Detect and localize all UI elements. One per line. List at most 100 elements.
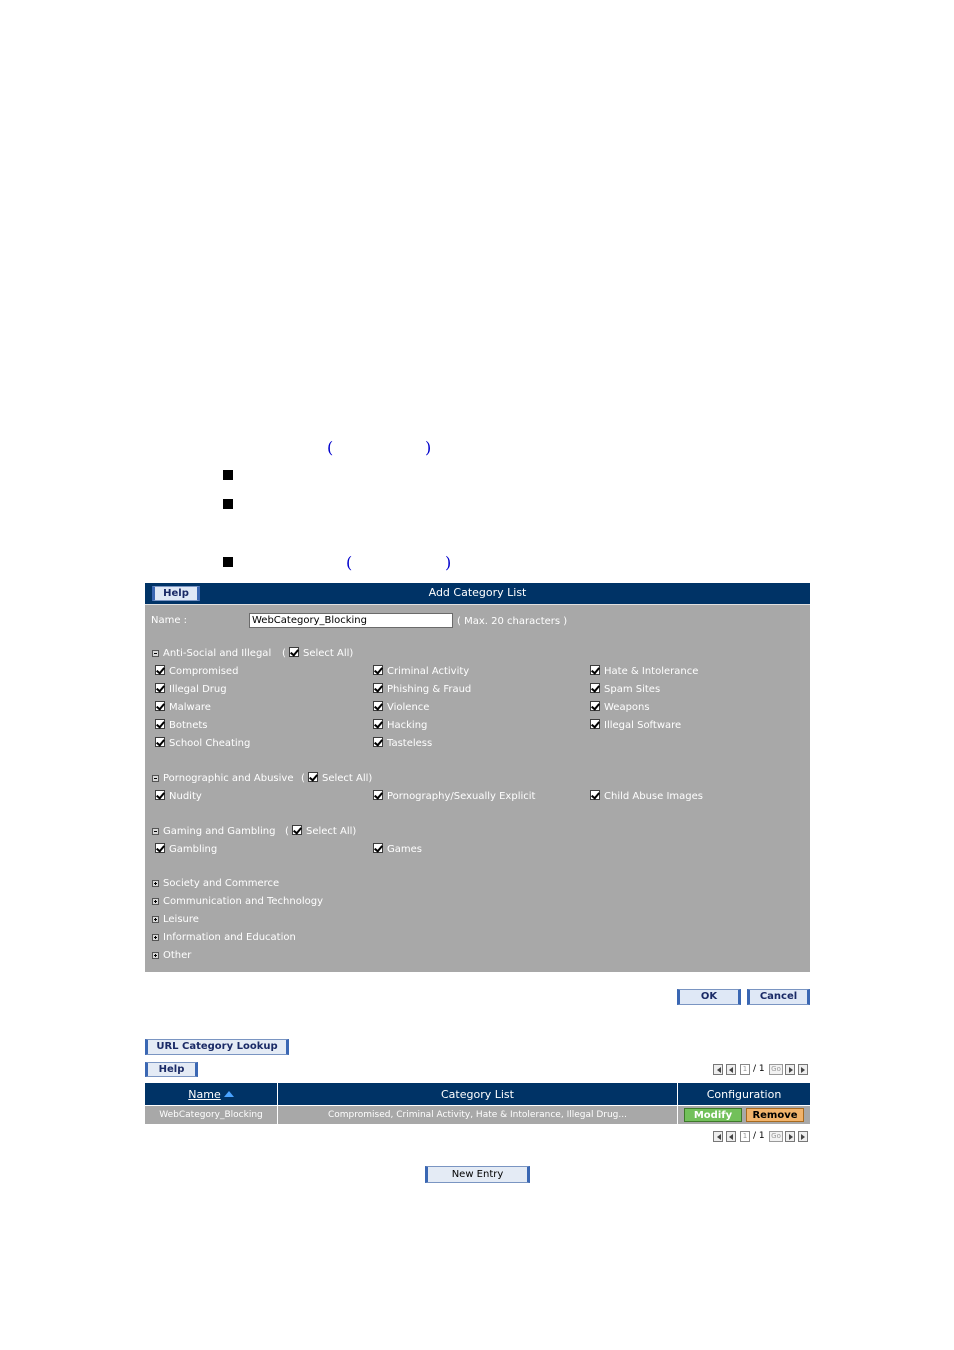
ok-button[interactable]: OK [677, 989, 741, 1005]
checkbox[interactable] [373, 843, 383, 853]
category-label: Weapons [604, 702, 650, 713]
category-label: Spam Sites [604, 684, 661, 695]
category-label: Criminal Activity [387, 666, 470, 677]
pager-top: 1 / 1 Go [713, 1064, 810, 1076]
checkbox[interactable] [590, 790, 600, 800]
paren-close-1: ) [425, 438, 432, 457]
checkbox[interactable] [373, 719, 383, 729]
expand-icon[interactable] [152, 898, 159, 905]
category-label: Illegal Software [604, 720, 682, 731]
first-page-icon[interactable] [713, 1064, 723, 1075]
help-button[interactable]: Help [145, 1062, 198, 1077]
category-list-table: Name Category List Configuration WebCate… [144, 1082, 811, 1125]
expand-icon[interactable] [152, 952, 159, 959]
go-button[interactable]: Go [769, 1131, 783, 1142]
category-label: Tasteless [387, 738, 433, 749]
name-input[interactable]: WebCategory_Blocking [249, 613, 453, 628]
paren-open: ( [301, 773, 305, 784]
select-all-label: Select All) [322, 773, 373, 784]
name-label: Name : [151, 615, 188, 626]
checkbox[interactable] [373, 737, 383, 747]
category-label: Gambling [169, 844, 218, 855]
row-name: WebCategory_Blocking [144, 1105, 278, 1125]
expand-icon[interactable] [152, 934, 159, 941]
go-button[interactable]: Go [769, 1064, 783, 1075]
select-all-checkbox[interactable] [289, 647, 299, 657]
paren-open-1: ( [327, 438, 334, 457]
last-page-icon[interactable] [798, 1131, 808, 1142]
checkbox[interactable] [155, 737, 165, 747]
group-label-other: Other [163, 950, 192, 961]
column-header-configuration: Configuration [677, 1082, 811, 1106]
row-categories: Compromised, Criminal Activity, Hate & I… [277, 1105, 678, 1125]
group-label-communication: Communication and Technology [163, 896, 324, 907]
collapse-icon[interactable] [152, 775, 159, 782]
column-header-name-label[interactable]: Name [188, 1088, 220, 1101]
category-label: Malware [169, 702, 211, 713]
paren-open-2: ( [346, 553, 353, 572]
prev-page-icon[interactable] [726, 1131, 736, 1142]
category-label: Compromised [169, 666, 239, 677]
checkbox[interactable] [155, 665, 165, 675]
first-page-icon[interactable] [713, 1131, 723, 1142]
cancel-button[interactable]: Cancel [747, 989, 810, 1005]
select-all-checkbox[interactable] [292, 825, 302, 835]
collapse-icon[interactable] [152, 828, 159, 835]
group-label-pornographic: Pornographic and Abusive [163, 773, 294, 784]
url-category-lookup-button[interactable]: URL Category Lookup [145, 1039, 289, 1055]
expand-icon[interactable] [152, 880, 159, 887]
collapse-icon[interactable] [152, 650, 159, 657]
category-label: Nudity [169, 791, 202, 802]
category-label: Violence [387, 702, 430, 713]
group-label-society: Society and Commerce [163, 878, 280, 889]
checkbox[interactable] [373, 701, 383, 711]
category-label: Pornography/Sexually Explicit [387, 791, 536, 802]
last-page-icon[interactable] [798, 1064, 808, 1075]
checkbox[interactable] [590, 719, 600, 729]
new-entry-button[interactable]: New Entry [425, 1166, 530, 1183]
checkbox[interactable] [155, 683, 165, 693]
checkbox[interactable] [373, 683, 383, 693]
name-hint: ( Max. 20 characters ) [457, 616, 568, 627]
expand-icon[interactable] [152, 916, 159, 923]
bullet-3 [223, 557, 233, 567]
group-label-anti-social: Anti-Social and Illegal [163, 648, 272, 659]
page-input[interactable]: 1 [740, 1064, 750, 1075]
bullet-2 [223, 499, 233, 509]
add-category-panel: Help Add Category List Name : WebCategor… [145, 583, 810, 972]
checkbox[interactable] [155, 719, 165, 729]
next-page-icon[interactable] [785, 1131, 795, 1142]
checkbox[interactable] [155, 843, 165, 853]
page-input[interactable]: 1 [740, 1131, 750, 1142]
next-page-icon[interactable] [785, 1064, 795, 1075]
checkbox[interactable] [373, 790, 383, 800]
group-label-information: Information and Education [163, 932, 296, 943]
column-header-name[interactable]: Name [144, 1082, 278, 1106]
paren-open: ( [282, 648, 286, 659]
checkbox[interactable] [590, 683, 600, 693]
select-all-label: Select All) [306, 826, 357, 837]
panel-title: Add Category List [428, 586, 527, 599]
modify-button[interactable]: Modify [684, 1108, 742, 1122]
checkbox[interactable] [590, 701, 600, 711]
paren-close-2: ) [445, 553, 452, 572]
prev-page-icon[interactable] [726, 1064, 736, 1075]
column-header-category-list: Category List [277, 1082, 678, 1106]
table-header-row: Name Category List Configuration [144, 1082, 811, 1106]
checkbox[interactable] [373, 665, 383, 675]
paren-open: ( [285, 826, 289, 837]
checkbox[interactable] [155, 790, 165, 800]
category-label: Hate & Intolerance [604, 666, 699, 677]
remove-button[interactable]: Remove [746, 1108, 804, 1122]
page-total: / 1 [753, 1131, 765, 1141]
sort-ascending-icon[interactable] [223, 1090, 234, 1097]
category-label: Botnets [169, 720, 208, 731]
checkbox[interactable] [155, 701, 165, 711]
bullet-1 [223, 470, 233, 480]
select-all-checkbox[interactable] [308, 772, 318, 782]
checkbox[interactable] [590, 665, 600, 675]
category-label: Phishing & Fraud [387, 684, 472, 695]
group-label-leisure: Leisure [163, 914, 199, 925]
table-row: WebCategory_Blocking Compromised, Crimin… [144, 1105, 811, 1125]
category-label: Games [387, 844, 422, 855]
